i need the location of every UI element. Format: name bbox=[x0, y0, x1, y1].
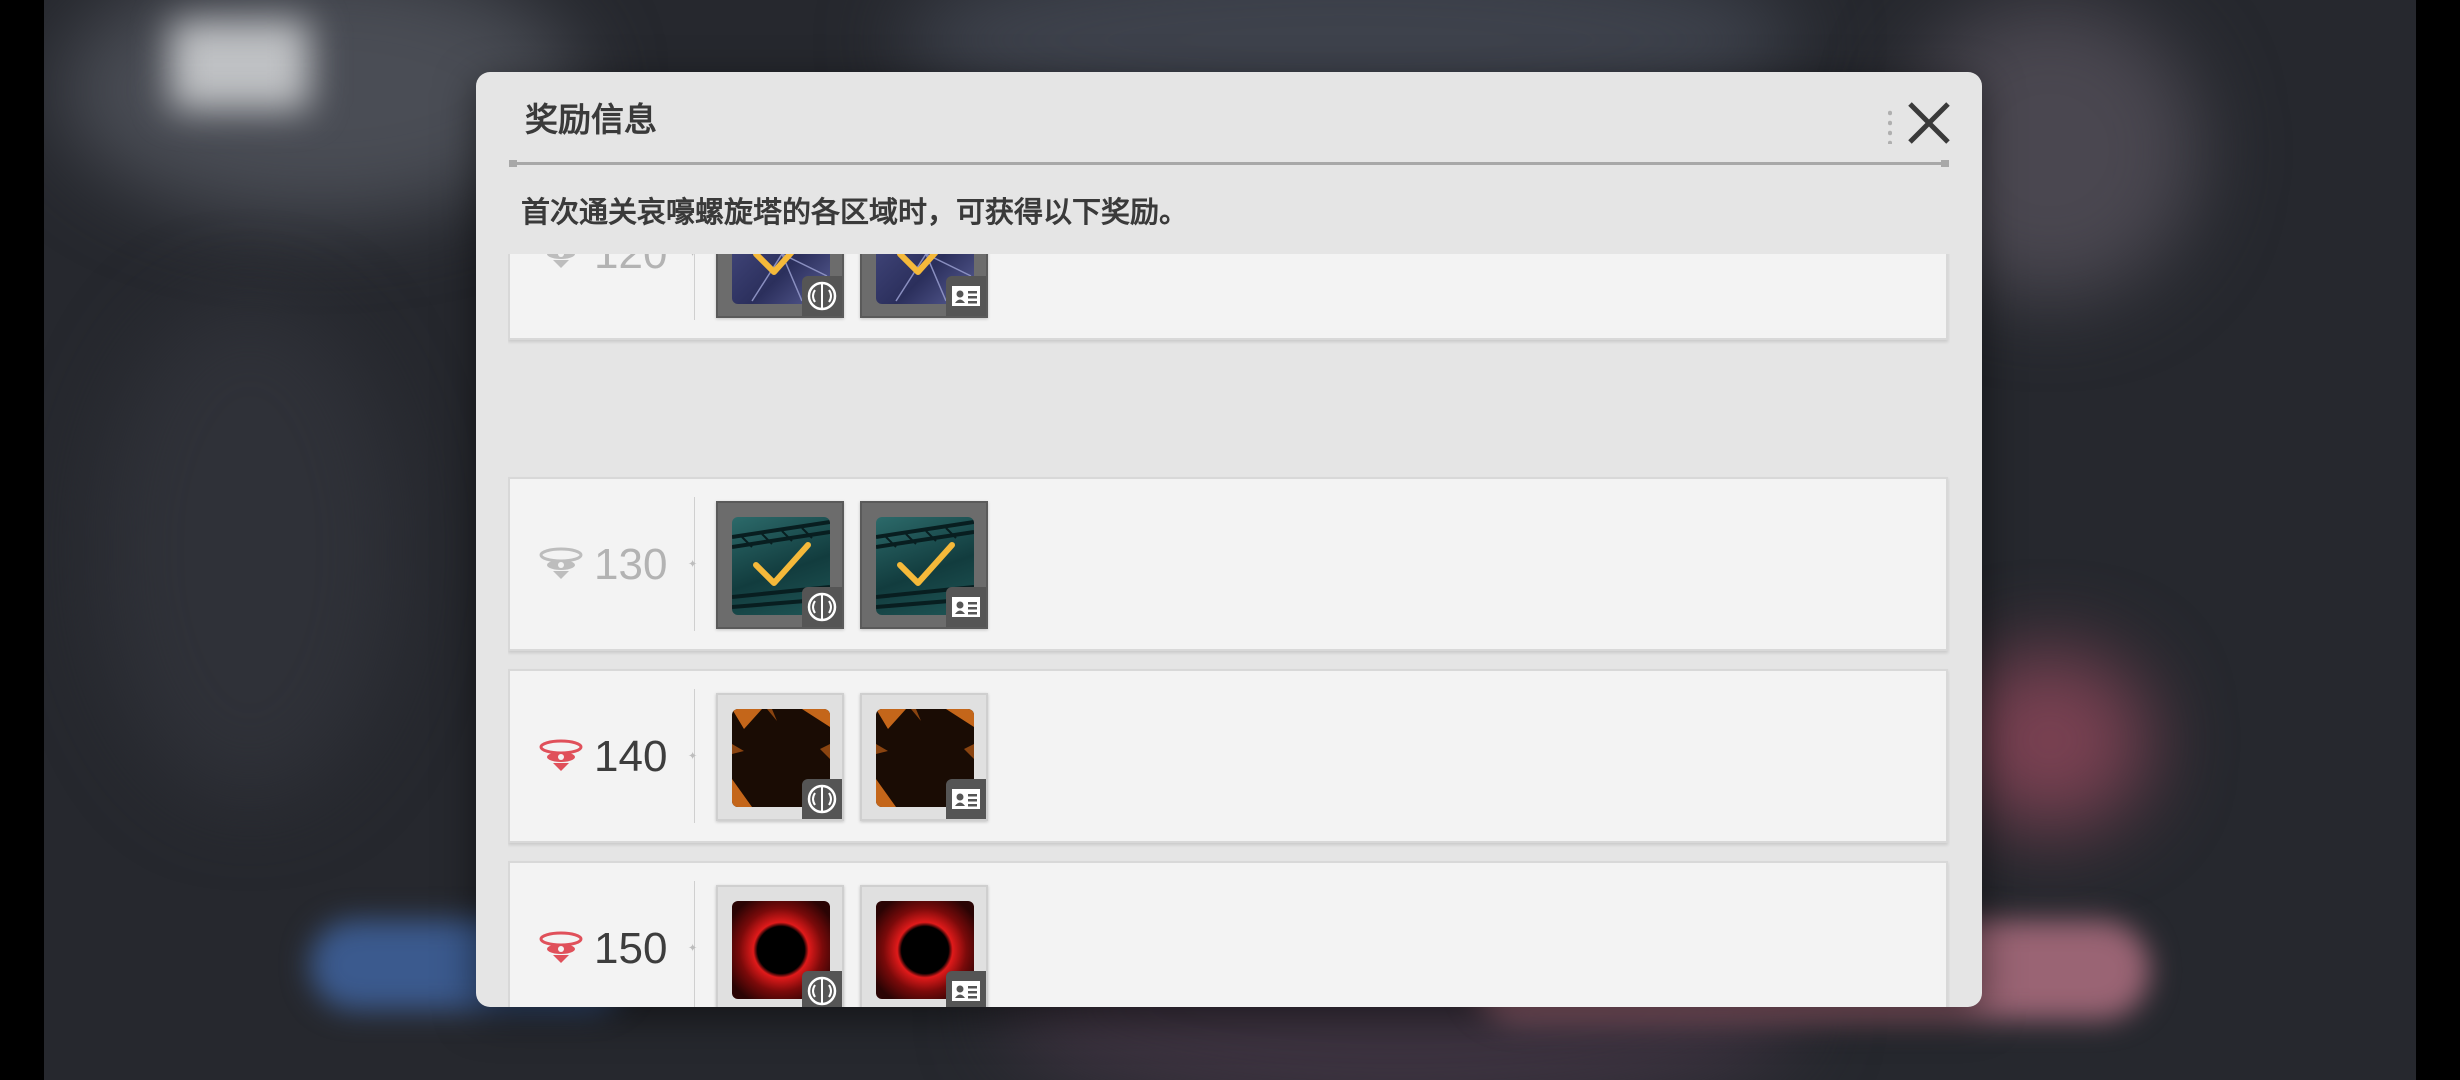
id-card-icon bbox=[952, 597, 980, 617]
close-button[interactable] bbox=[1904, 98, 1954, 148]
row-divider bbox=[694, 497, 695, 631]
level-number: 120 bbox=[594, 254, 667, 282]
reward-list[interactable]: 120 bbox=[508, 254, 1950, 1007]
brain-icon bbox=[807, 281, 837, 311]
row-divider bbox=[694, 689, 695, 823]
row-divider bbox=[694, 881, 695, 1007]
id-card-icon bbox=[952, 981, 980, 1001]
brain-badge bbox=[802, 276, 842, 316]
reward-item-skill[interactable] bbox=[716, 693, 844, 821]
dialog-description: 首次通关哀嚎螺旋塔的各区域时，可获得以下奖励。 bbox=[521, 195, 1189, 229]
dots-decoration bbox=[1888, 108, 1892, 144]
brain-badge bbox=[802, 971, 842, 1007]
title-divider bbox=[509, 160, 1949, 167]
eye-tier-icon bbox=[539, 547, 583, 579]
eye-tier-icon bbox=[539, 931, 583, 963]
eye-tier-icon bbox=[547, 254, 575, 268]
reward-item-card[interactable] bbox=[860, 693, 988, 821]
reward-item-skill[interactable] bbox=[716, 254, 844, 318]
brain-icon bbox=[807, 784, 837, 814]
reward-item-skill[interactable] bbox=[716, 501, 844, 629]
reward-item-card[interactable] bbox=[860, 501, 988, 629]
id-card-badge bbox=[946, 971, 986, 1007]
reward-info-dialog: 奖励信息 首次通关哀嚎螺旋塔的各区域时，可获得以下奖励。 120 bbox=[476, 72, 1982, 1007]
close-icon bbox=[1908, 102, 1950, 144]
row-divider bbox=[694, 254, 695, 320]
reward-item-card[interactable] bbox=[860, 254, 988, 318]
brain-icon bbox=[807, 592, 837, 622]
level-number: 130 bbox=[594, 540, 668, 589]
reward-row: 140 bbox=[508, 669, 1948, 843]
id-card-badge bbox=[946, 779, 986, 819]
id-card-badge bbox=[946, 276, 986, 316]
dialog-title: 奖励信息 bbox=[525, 100, 657, 139]
brain-badge bbox=[802, 779, 842, 819]
brain-badge bbox=[802, 587, 842, 627]
reward-row: 120 bbox=[508, 254, 1948, 340]
reward-row: 130 bbox=[508, 477, 1948, 651]
reward-item-card[interactable] bbox=[860, 885, 988, 1007]
reward-row: 150 bbox=[508, 861, 1948, 1007]
id-card-badge bbox=[946, 587, 986, 627]
id-card-icon bbox=[952, 789, 980, 809]
reward-item-skill[interactable] bbox=[716, 885, 844, 1007]
brain-icon bbox=[807, 976, 837, 1006]
eye-tier-icon bbox=[539, 739, 583, 771]
level-number: 150 bbox=[594, 924, 668, 973]
level-number: 140 bbox=[594, 732, 668, 781]
id-card-icon bbox=[952, 286, 980, 306]
